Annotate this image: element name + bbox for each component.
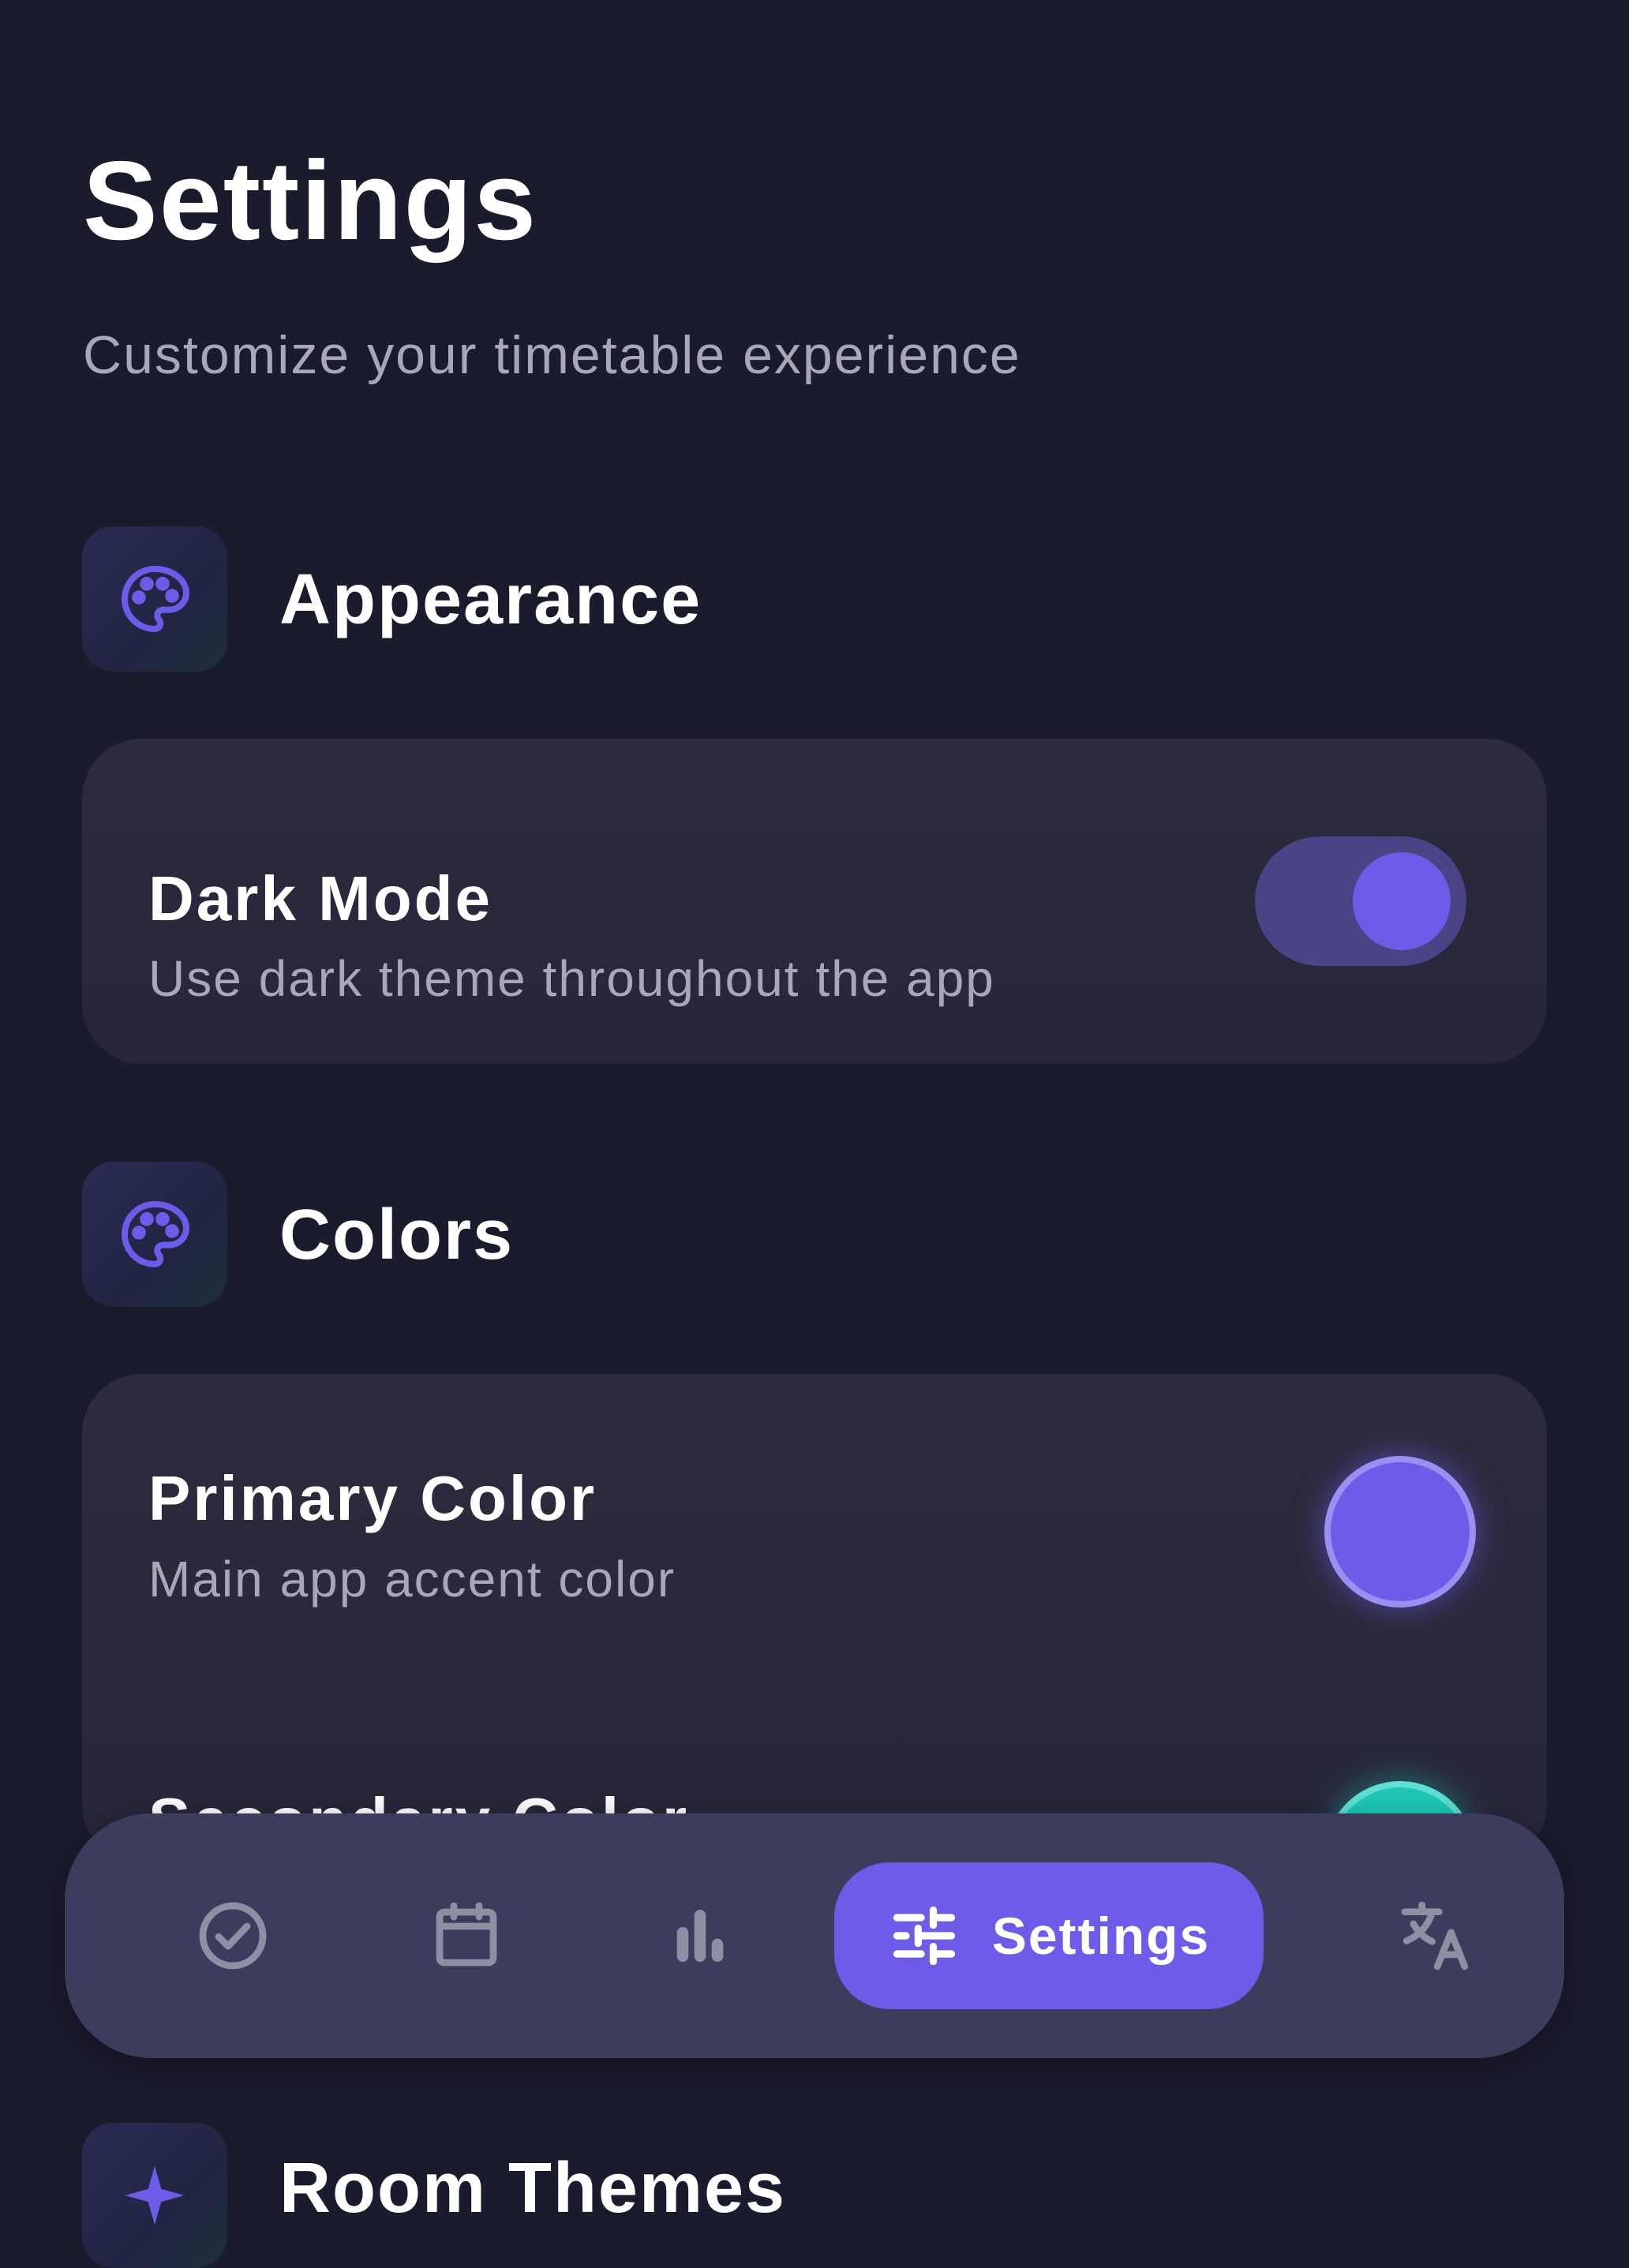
primary-color-swatch[interactable] — [1324, 1456, 1476, 1607]
toggle-knob — [1353, 852, 1451, 950]
nav-stats[interactable] — [642, 1878, 758, 1993]
bar-chart-icon — [676, 1910, 724, 1962]
dark-mode-description: Use dark theme throughout the app — [148, 950, 995, 1007]
check-circle-icon — [199, 1902, 267, 1970]
dark-mode-title: Dark Mode — [148, 863, 492, 934]
nav-timetable[interactable] — [409, 1878, 524, 1993]
appearance-section-title: Appearance — [279, 560, 702, 639]
primary-color-description: Main app accent color — [148, 1551, 676, 1607]
calendar-icon — [436, 1902, 497, 1967]
room-themes-section-title: Room Themes — [279, 2149, 787, 2228]
bottom-nav: Settings — [65, 1813, 1564, 2058]
page-title: Settings — [83, 138, 538, 264]
palette-icon — [122, 566, 189, 632]
nav-settings-label: Settings — [991, 1907, 1211, 1965]
colors-section-icon — [82, 1162, 227, 1307]
colors-section-title: Colors — [279, 1196, 515, 1274]
nav-settings[interactable]: Settings — [834, 1862, 1264, 2009]
palette-icon — [122, 1201, 189, 1267]
sliders-icon — [893, 1906, 955, 1966]
page-subtitle: Customize your timetable experience — [83, 325, 1021, 385]
appearance-section-icon — [82, 526, 227, 672]
translate-icon — [1401, 1901, 1469, 1970]
colors-card: Primary Color Main app accent color Seco… — [82, 1374, 1547, 1863]
nav-language[interactable] — [1378, 1878, 1493, 1993]
nav-tasks[interactable] — [175, 1878, 290, 1993]
primary-color-title: Primary Color — [148, 1463, 597, 1533]
room-themes-section-icon — [82, 2123, 227, 2268]
sparkle-icon — [125, 2165, 185, 2225]
appearance-card: Dark Mode Use dark theme throughout the … — [82, 739, 1547, 1064]
dark-mode-toggle[interactable] — [1255, 836, 1466, 966]
